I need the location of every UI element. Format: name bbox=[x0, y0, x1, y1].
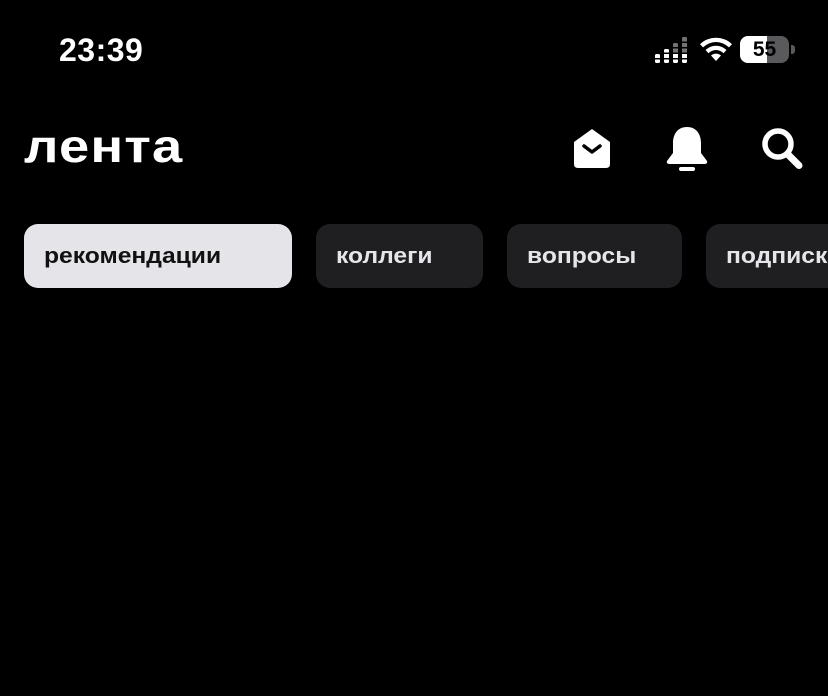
battery-cap bbox=[791, 45, 795, 54]
tab-label: коллеги bbox=[336, 243, 433, 268]
tab-subscriptions[interactable]: подписки bbox=[706, 224, 828, 288]
battery-icon: 55 bbox=[740, 36, 796, 63]
tab-recommendations[interactable]: рекомендации bbox=[24, 224, 292, 288]
battery-body: 55 bbox=[740, 36, 789, 63]
mail-icon[interactable] bbox=[569, 124, 615, 172]
tab-label: рекомендации bbox=[44, 243, 222, 268]
status-time: 23:39 bbox=[59, 32, 144, 68]
bell-icon[interactable] bbox=[664, 124, 710, 172]
search-icon[interactable] bbox=[759, 124, 805, 172]
signal-icon bbox=[655, 37, 689, 63]
tab-label: вопросы bbox=[527, 243, 637, 268]
tab-questions[interactable]: вопросы bbox=[507, 224, 682, 288]
tab-label: подписки bbox=[726, 243, 828, 268]
wifi-icon bbox=[700, 37, 732, 61]
feed-tabs: рекомендации коллеги вопросы подписки bbox=[24, 224, 828, 288]
status-bar: 23:39 55 bbox=[0, 0, 828, 100]
page-title: лента bbox=[24, 120, 184, 172]
tab-colleagues[interactable]: коллеги bbox=[316, 224, 483, 288]
battery-level: 55 bbox=[752, 38, 777, 61]
